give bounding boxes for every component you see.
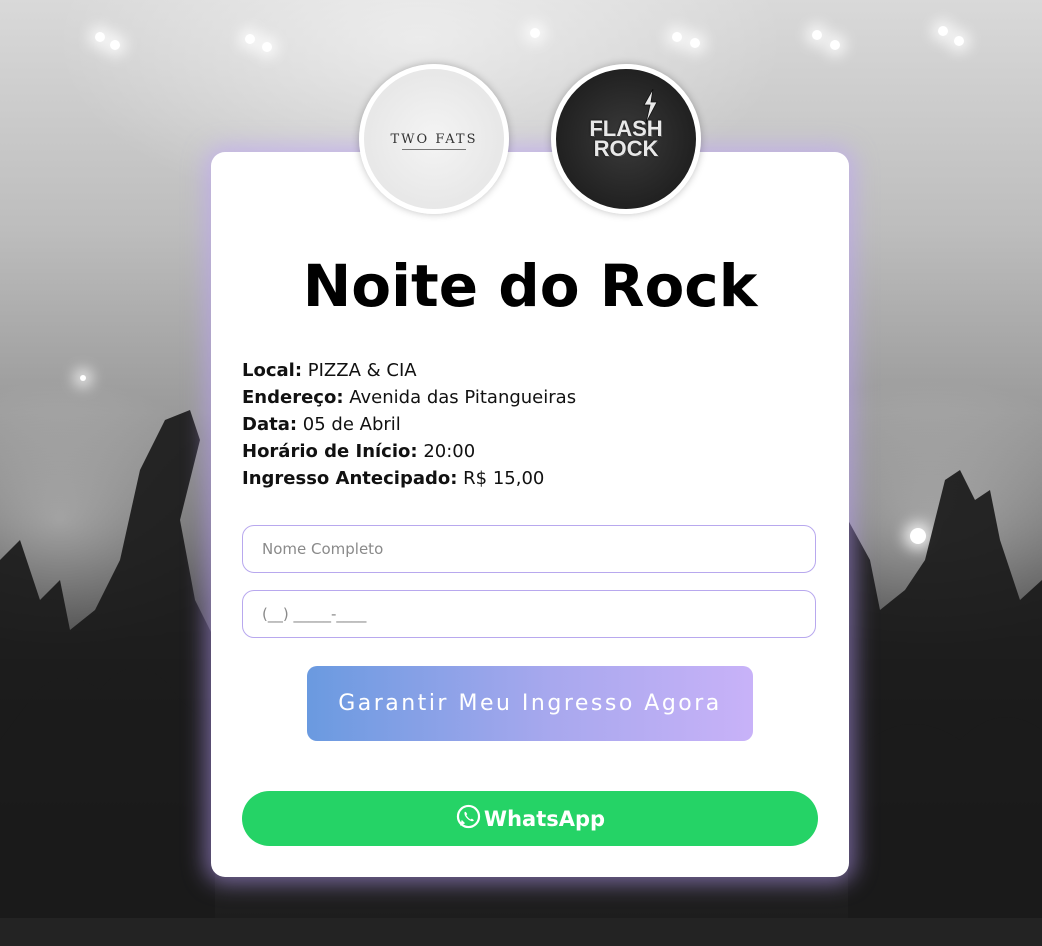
detail-value: R$ 15,00 bbox=[463, 468, 545, 489]
phone-input[interactable] bbox=[242, 590, 816, 638]
detail-label: Ingresso Antecipado: bbox=[242, 468, 458, 489]
detail-value: PIZZA & CIA bbox=[307, 360, 417, 381]
whatsapp-icon bbox=[455, 803, 482, 835]
whatsapp-button[interactable]: WhatsApp bbox=[242, 791, 818, 846]
detail-label: Local: bbox=[242, 360, 303, 381]
detail-row: Horário de Início: 20:00 bbox=[242, 438, 576, 465]
footer-bar bbox=[0, 918, 1042, 946]
detail-row: Ingresso Antecipado: R$ 15,00 bbox=[242, 465, 576, 492]
detail-label: Endereço: bbox=[242, 387, 344, 408]
two-fats-logo-text: TWO FATS bbox=[390, 131, 478, 147]
detail-row: Local: PIZZA & CIA bbox=[242, 357, 576, 384]
detail-value: 05 de Abril bbox=[302, 414, 401, 435]
detail-label: Data: bbox=[242, 414, 298, 435]
detail-row: Data: 05 de Abril bbox=[242, 411, 576, 438]
whatsapp-label: WhatsApp bbox=[483, 806, 606, 831]
flash-rock-logo-text-2: ROCK bbox=[593, 136, 659, 161]
detail-label: Horário de Início: bbox=[242, 441, 418, 462]
lightning-bolt-icon bbox=[643, 89, 658, 124]
detail-value: Avenida das Pitangueiras bbox=[349, 387, 577, 408]
name-input[interactable] bbox=[242, 525, 816, 573]
buy-ticket-button[interactable]: Garantir Meu Ingresso Agora bbox=[307, 666, 753, 741]
detail-value: 20:00 bbox=[423, 441, 476, 462]
detail-row: Endereço: Avenida das Pitangueiras bbox=[242, 384, 576, 411]
event-details: Local: PIZZA & CIA Endereço: Avenida das … bbox=[242, 357, 576, 492]
two-fats-logo: TWO FATS bbox=[359, 64, 509, 214]
event-title: Noite do Rock bbox=[302, 252, 758, 320]
event-card: Noite do Rock Local: PIZZA & CIA Endereço… bbox=[211, 152, 849, 877]
flash-rock-logo: FLASH ROCK bbox=[551, 64, 701, 214]
